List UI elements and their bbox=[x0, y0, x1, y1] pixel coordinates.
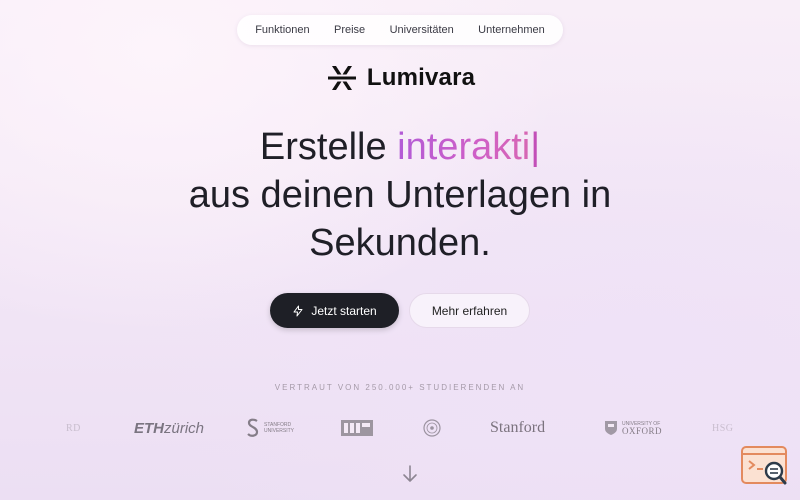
hero-headline: Erstelle interakti| aus deinen Unterlage… bbox=[100, 123, 700, 267]
start-button-label: Jetzt starten bbox=[311, 303, 377, 318]
stanford-s-icon bbox=[247, 418, 259, 437]
partial-logo-right: HSG bbox=[712, 422, 734, 434]
stanford-wordmark-logo: Stanford bbox=[490, 419, 546, 436]
tum-logo-icon bbox=[341, 420, 373, 436]
hero-line1-prefix: Erstelle bbox=[259, 126, 398, 168]
university-seal-logo bbox=[423, 414, 441, 442]
partial-logo-left: RD bbox=[66, 422, 81, 434]
bolt-icon bbox=[293, 305, 303, 316]
learn-more-button[interactable]: Mehr erfahren bbox=[409, 293, 530, 328]
nav-item-funktionen[interactable]: Funktionen bbox=[255, 24, 309, 36]
nav-item-unternehmen[interactable]: Unternehmen bbox=[478, 24, 545, 36]
brand[interactable]: Lumivara bbox=[0, 60, 800, 96]
trusted-by-label: VERTRAUT VON 250.000+ STUDIERENDEN AN bbox=[274, 383, 526, 392]
brand-name: Lumivara bbox=[366, 64, 476, 91]
tum-logo bbox=[341, 414, 373, 442]
learn-more-button-label: Mehr erfahren bbox=[431, 303, 508, 318]
stanford-university-logo: STANFORD UNIVERSITY bbox=[246, 414, 294, 442]
oxford-crest-icon bbox=[605, 421, 617, 435]
nav-item-preise[interactable]: Preise bbox=[334, 24, 365, 36]
brand-logo-icon bbox=[327, 66, 356, 90]
eth-zurich-logo: ETHzürich bbox=[134, 419, 205, 437]
hero-line3: Sekunden. bbox=[309, 222, 491, 264]
hero-line2: aus deinen Unterlagen in bbox=[188, 174, 612, 216]
hero-typed-word: interakti bbox=[397, 126, 531, 168]
nav-item-universitaeten[interactable]: Universitäten bbox=[390, 24, 454, 36]
oxford-logo: UNIVERSITY OF OXFORD bbox=[604, 414, 662, 442]
search-magnifier-icon[interactable] bbox=[740, 444, 790, 488]
seal-icon bbox=[423, 419, 441, 437]
top-nav: Funktionen Preise Universitäten Unterneh… bbox=[237, 15, 563, 45]
start-button[interactable]: Jetzt starten bbox=[270, 293, 399, 328]
typing-caret: | bbox=[530, 126, 541, 168]
university-logo-strip: RD ETHzürich STANFORD UNIVERSITY Stanfor… bbox=[0, 414, 800, 442]
arrow-down-icon[interactable] bbox=[400, 464, 420, 484]
